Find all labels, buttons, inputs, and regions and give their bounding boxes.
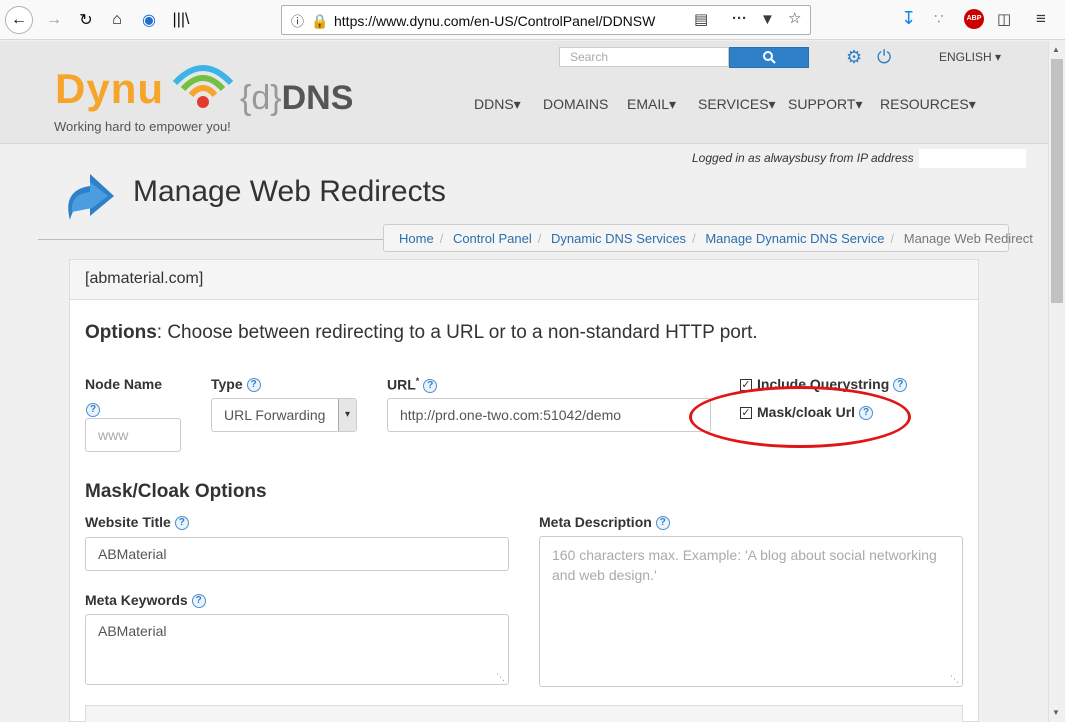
nav-services[interactable]: SERVICES▾	[698, 96, 776, 113]
nav-email[interactable]: EMAIL▾	[627, 96, 676, 113]
meta-description-label: Meta Description?	[539, 514, 670, 531]
menu-icon[interactable]: ≡	[1036, 9, 1046, 29]
scroll-thumb[interactable]	[1051, 59, 1063, 303]
mask-cloak-section-title: Mask/Cloak Options	[85, 481, 267, 502]
options-description: Options: Choose between redirecting to a…	[85, 322, 758, 343]
nav-ddns[interactable]: DDNS▾	[474, 96, 521, 113]
rss-icon[interactable]: ∵	[934, 10, 944, 30]
logged-in-status: Logged in as alwaysbusy from IP address	[692, 151, 914, 165]
type-select[interactable]: URL Forwarding ▾	[211, 398, 357, 432]
meta-description-help-icon[interactable]: ?	[655, 516, 670, 531]
breadcrumb: Home / Control Panel / Dynamic DNS Service…	[383, 224, 1033, 252]
breadcrumb-ddns-services[interactable]: Dynamic DNS Services	[551, 231, 686, 246]
resize-handle-icon[interactable]: ⋱	[496, 672, 505, 683]
forward-icon[interactable]: →	[40, 6, 68, 34]
type-help-icon[interactable]: ?	[246, 378, 261, 393]
reload-icon[interactable]: ↻	[72, 6, 100, 34]
search-icon	[762, 51, 776, 64]
url-label: URL*?	[387, 376, 438, 393]
url-help-icon[interactable]: ?	[423, 378, 438, 393]
title-divider	[38, 239, 383, 240]
website-title-input[interactable]: ABMaterial	[85, 537, 509, 571]
website-title-help-icon[interactable]: ?	[174, 516, 189, 531]
tagline: Working hard to empower you!	[54, 119, 231, 134]
chevron-down-icon[interactable]: ▾	[338, 399, 356, 431]
url-text[interactable]: https://www.dynu.com/en-US/ControlPanel/…	[334, 13, 684, 29]
language-dropdown[interactable]: ENGLISH ▾	[939, 50, 1001, 64]
scroll-up-icon[interactable]: ▲	[1052, 45, 1060, 54]
pocket-icon[interactable]: ▼	[760, 10, 775, 30]
meta-keywords-help-icon[interactable]: ?	[191, 594, 206, 609]
nav-support[interactable]: SUPPORT▾	[788, 96, 862, 113]
node-name-help-icon[interactable]: ?	[86, 403, 100, 417]
meta-description-textarea[interactable]: 160 characters max. Example: 'A blog abo…	[539, 536, 963, 687]
site-header: Dynu {d}DNS Working hard to empower you!…	[0, 41, 1048, 144]
download-icon[interactable]: ↧	[901, 8, 916, 28]
breadcrumb-current: Manage Web Redirect	[903, 231, 1033, 246]
querystring-help-icon[interactable]: ?	[893, 378, 908, 393]
settings-gear-icon[interactable]: ⚙	[846, 47, 862, 68]
website-title-label: Website Title?	[85, 514, 189, 531]
bookmark-star-icon[interactable]: ☆	[788, 9, 801, 29]
page-scrollbar[interactable]: ▲ ▼	[1048, 41, 1065, 722]
highlight-oval	[689, 386, 911, 448]
reader-view-icon[interactable]: ▤	[694, 10, 708, 30]
nav-resources[interactable]: RESOURCES▾	[880, 96, 976, 113]
resize-handle-icon[interactable]: ⋱	[950, 674, 959, 685]
scroll-down-icon[interactable]: ▼	[1052, 708, 1060, 717]
library-icon[interactable]: |||\	[167, 6, 195, 34]
breadcrumb-manage-ddns[interactable]: Manage Dynamic DNS Service	[705, 231, 884, 246]
power-icon[interactable]: ⏻	[877, 47, 891, 68]
info-icon[interactable]: ⓘ	[291, 12, 304, 32]
page-title: Manage Web Redirects	[133, 175, 446, 208]
browser-toolbar: ← → ↻ ⌂ ◉ |||\ ⓘ 🔒 https://www.dynu.com/…	[0, 0, 1065, 40]
page-actions-icon[interactable]: ···	[732, 9, 747, 29]
breadcrumb-home[interactable]: Home	[399, 231, 434, 246]
search-button[interactable]	[729, 47, 809, 68]
wifi-logo-icon	[172, 65, 234, 108]
search-input[interactable]: Search	[559, 47, 729, 67]
node-name-input[interactable]: www	[85, 418, 181, 452]
breadcrumb-control-panel[interactable]: Control Panel	[453, 231, 532, 246]
extension-icon[interactable]: ◉	[135, 6, 163, 34]
type-label: Type?	[211, 376, 261, 393]
lock-icon: 🔒	[311, 13, 329, 29]
url-input[interactable]: http://prd.one-two.com:51042/demo	[387, 398, 711, 432]
address-bar[interactable]: ⓘ 🔒 https://www.dynu.com/en-US/ControlPa…	[281, 5, 811, 35]
node-name-label: Node Name	[85, 376, 163, 392]
back-icon[interactable]: ←	[5, 6, 33, 34]
logo-ddns: {d}DNS	[240, 79, 354, 117]
adblock-icon[interactable]: ABP	[964, 9, 984, 29]
home-icon[interactable]: ⌂	[103, 6, 131, 34]
logo[interactable]: Dynu	[55, 65, 164, 113]
meta-keywords-textarea[interactable]: ABMaterial	[85, 614, 509, 685]
meta-keywords-label: Meta Keywords?	[85, 592, 206, 609]
sidebar-icon[interactable]: ◫	[997, 10, 1011, 30]
nav-domains[interactable]: DOMAINS	[543, 96, 608, 112]
next-section	[85, 705, 963, 722]
redirect-arrow-icon	[68, 174, 114, 220]
panel-heading: [abmaterial.com]	[70, 260, 978, 300]
ip-address	[919, 149, 1026, 168]
